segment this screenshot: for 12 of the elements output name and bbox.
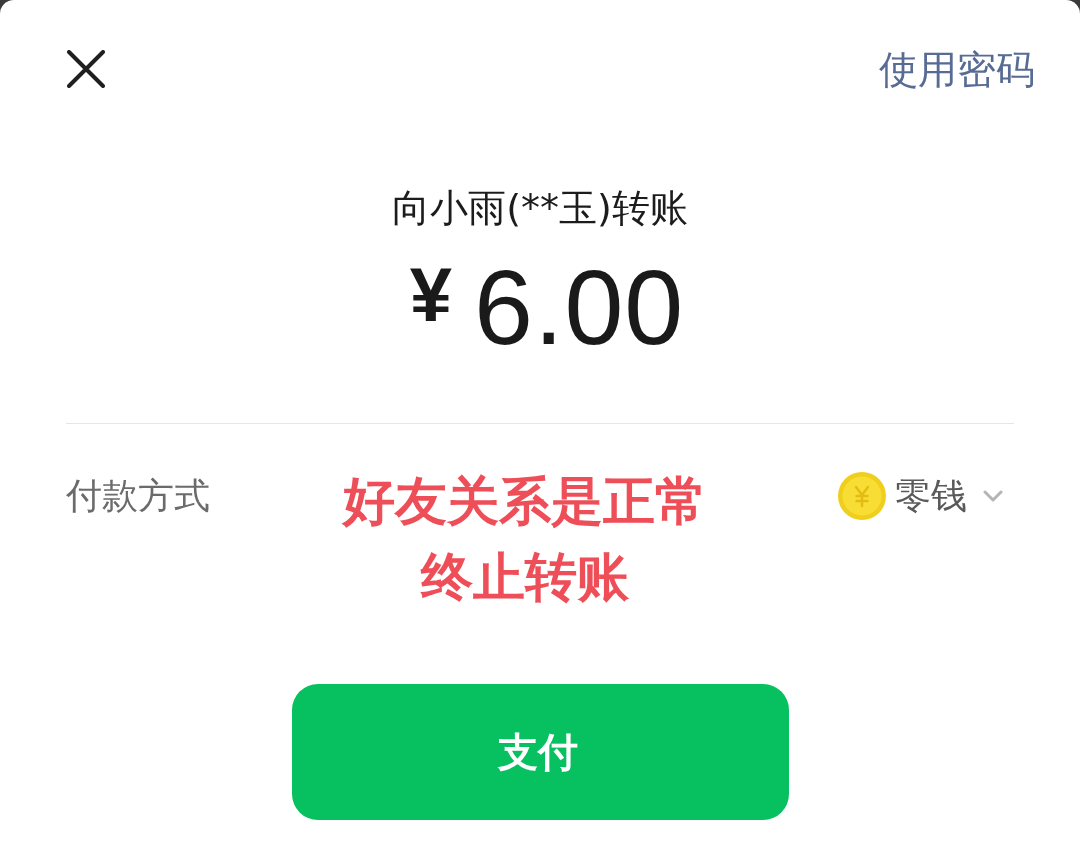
transfer-title: 向小雨(**玉)转账 — [392, 186, 688, 230]
payment-method-selector[interactable]: 零钱 — [837, 463, 1003, 529]
annotation-text: 终止转账 — [421, 546, 629, 609]
chevron-down-icon — [983, 490, 1003, 502]
close-icon — [67, 50, 105, 88]
close-button[interactable] — [66, 49, 106, 89]
payment-method-label: 付款方式 — [66, 474, 211, 518]
coin-icon — [837, 471, 887, 521]
currency-symbol: ¥ — [409, 257, 452, 333]
amount-text: 6.00 — [474, 254, 685, 360]
use-password-link[interactable]: 使用密码 — [879, 47, 1035, 93]
annotation-text: 好友关系是正常 — [343, 470, 707, 533]
